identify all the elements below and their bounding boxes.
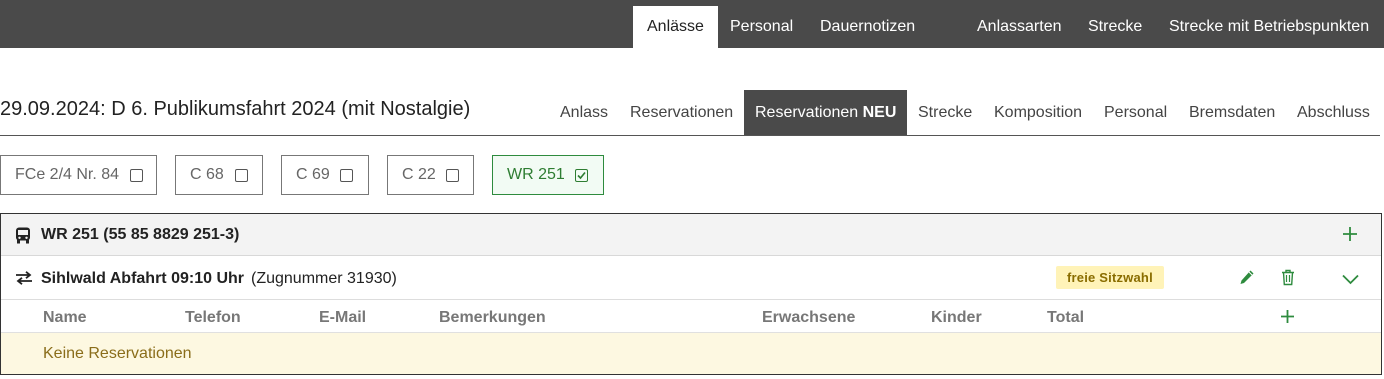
topnav-item-strecke-betriebspunkte[interactable]: Strecke mit Betriebspunkten: [1169, 6, 1369, 48]
checkbox-icon[interactable]: [446, 169, 459, 182]
bus-icon: [15, 227, 31, 249]
chevron-down-icon[interactable]: [1342, 272, 1359, 290]
empty-reservations-row: Keine Reservationen: [1, 333, 1381, 374]
trash-icon[interactable]: [1281, 269, 1295, 291]
top-navigation-bar: Anlässe Personal Dauernotizen Anlassarte…: [0, 0, 1384, 48]
car-chip-label: WR 251: [507, 166, 565, 183]
car-chip-label: C 68: [190, 166, 224, 183]
column-header-email: E-Mail: [319, 309, 367, 326]
tab-anlass[interactable]: Anlass: [560, 90, 608, 135]
tab-personal[interactable]: Personal: [1104, 90, 1167, 135]
topnav-item-dauernotizen[interactable]: Dauernotizen: [820, 6, 915, 48]
add-reservation-plus-icon[interactable]: [1280, 309, 1295, 329]
topnav-item-personal[interactable]: Personal: [730, 6, 793, 48]
car-reservation-card: WR 251 (55 85 8829 251-3) Sihlwald Abfah…: [0, 213, 1382, 375]
tab-reservationen-neu[interactable]: Reservationen NEU: [744, 90, 908, 135]
title-divider: [0, 135, 1380, 136]
checkbox-icon[interactable]: [130, 169, 143, 182]
card-header: WR 251 (55 85 8829 251-3): [1, 214, 1381, 256]
column-header-erwachsene: Erwachsene: [762, 309, 856, 326]
tab-strecke[interactable]: Strecke: [918, 90, 972, 135]
page-title: 29.09.2024: D 6. Publikumsfahrt 2024 (mi…: [0, 98, 471, 120]
tab-komposition[interactable]: Komposition: [994, 90, 1082, 135]
tab-label: Reservationen: [755, 104, 859, 121]
car-chip-wr-251[interactable]: WR 251: [492, 155, 604, 195]
car-chip-fce-24-84[interactable]: FCe 2/4 Nr. 84: [0, 155, 157, 195]
trip-row: Sihlwald Abfahrt 09:10 Uhr (Zugnummer 31…: [1, 257, 1381, 300]
car-chip-label: C 22: [402, 166, 436, 183]
card-title: WR 251 (55 85 8829 251-3): [41, 226, 240, 243]
swap-arrows-icon: [15, 271, 33, 290]
topnav-item-anlassarten[interactable]: Anlassarten: [977, 6, 1062, 48]
column-header-bemerkungen: Bemerkungen: [439, 309, 546, 326]
pencil-icon[interactable]: [1239, 269, 1255, 291]
seating-badge: freie Sitzwahl: [1056, 266, 1164, 289]
checkbox-icon[interactable]: [340, 169, 353, 182]
reservations-table-header: Name Telefon E-Mail Bemerkungen Erwachse…: [1, 301, 1381, 333]
trip-number: (Zugnummer 31930): [251, 270, 397, 287]
topnav-item-anlaesse[interactable]: Anlässe: [633, 6, 718, 48]
column-header-total: Total: [1047, 309, 1085, 326]
empty-reservations-text: Keine Reservationen: [43, 345, 192, 362]
column-header-kinder: Kinder: [931, 309, 982, 326]
tab-new-marker: NEU: [862, 104, 897, 121]
topnav-item-strecke[interactable]: Strecke: [1088, 6, 1142, 48]
tab-abschluss[interactable]: Abschluss: [1297, 90, 1370, 135]
column-header-telefon: Telefon: [185, 309, 241, 326]
add-trip-plus-icon[interactable]: [1342, 226, 1358, 247]
checkbox-icon[interactable]: [235, 169, 248, 182]
car-chip-c-22[interactable]: C 22: [387, 155, 474, 195]
car-chip-c-68[interactable]: C 68: [175, 155, 263, 195]
trip-title: Sihlwald Abfahrt 09:10 Uhr: [41, 270, 244, 287]
tab-reservationen[interactable]: Reservationen: [630, 90, 733, 135]
checkbox-checked-icon[interactable]: [575, 169, 588, 182]
tab-bremsdaten[interactable]: Bremsdaten: [1189, 90, 1275, 135]
car-chip-label: FCe 2/4 Nr. 84: [15, 166, 120, 183]
car-chip-label: C 69: [296, 166, 330, 183]
column-header-name: Name: [43, 309, 87, 326]
car-chip-c-69[interactable]: C 69: [281, 155, 369, 195]
